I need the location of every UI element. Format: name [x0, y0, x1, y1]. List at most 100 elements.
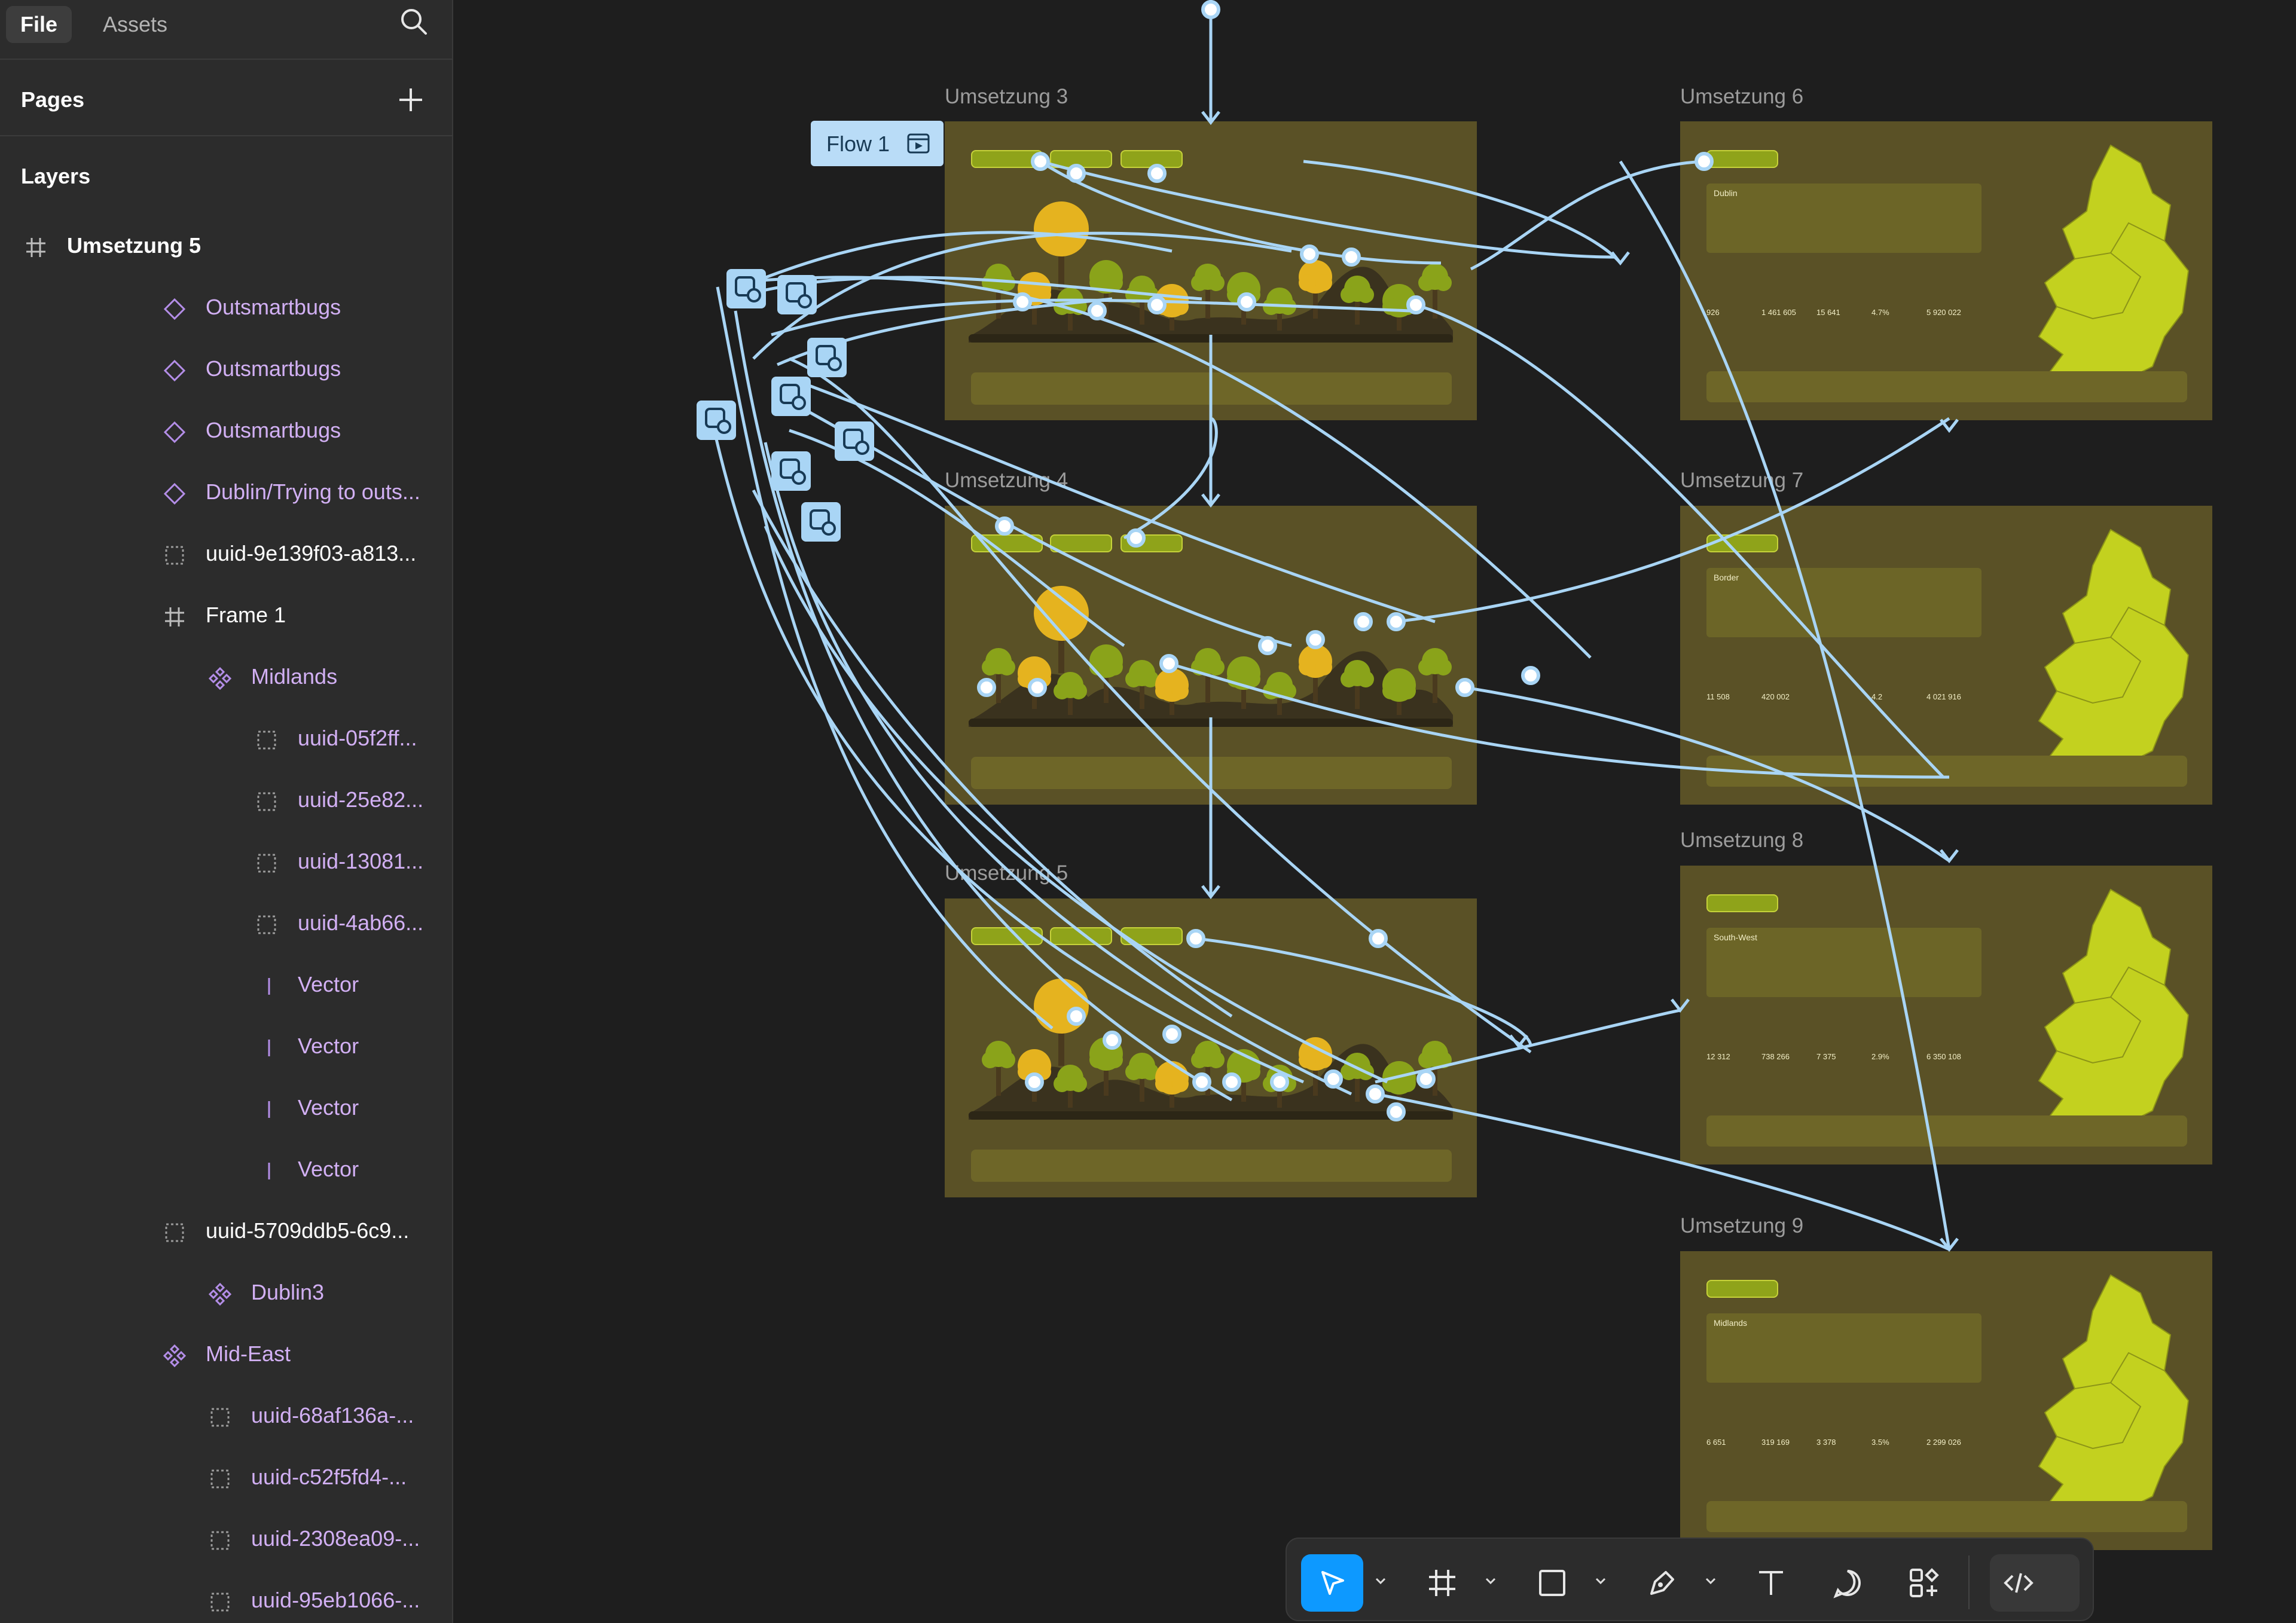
interaction-trigger-icon[interactable]	[771, 377, 811, 416]
connection-node[interactable]	[1354, 612, 1373, 631]
add-page-icon[interactable]	[397, 86, 425, 114]
connection-node[interactable]	[1025, 1072, 1044, 1092]
move-tool[interactable]	[1301, 1554, 1363, 1612]
play-flow-icon[interactable]	[906, 132, 930, 155]
layer-row[interactable]: Vector	[0, 1017, 453, 1078]
connection-line[interactable]	[1470, 160, 1705, 271]
layer-row[interactable]: Outsmartbugs	[0, 401, 453, 463]
connection-node[interactable]	[1067, 164, 1086, 183]
connection-node[interactable]	[1222, 1072, 1241, 1092]
layer-row[interactable]: Outsmartbugs	[0, 278, 453, 340]
connection-line[interactable]	[734, 310, 1233, 1102]
pen-tool[interactable]	[1631, 1554, 1693, 1612]
connection-node[interactable]	[1147, 164, 1167, 183]
connection-line[interactable]	[1168, 662, 1950, 779]
tab-file[interactable]: File	[6, 6, 72, 43]
connection-node[interactable]	[995, 516, 1014, 536]
connection-line[interactable]	[1123, 417, 1218, 540]
tab-assets[interactable]: Assets	[88, 6, 182, 43]
connection-node[interactable]	[1324, 1069, 1343, 1089]
connection-node[interactable]	[1416, 1069, 1436, 1089]
interaction-trigger-icon[interactable]	[777, 275, 817, 314]
flow-starting-point[interactable]: Flow 1	[811, 121, 944, 166]
layer-row[interactable]: uuid-95eb1066-...	[0, 1571, 453, 1623]
interaction-trigger-icon[interactable]	[726, 269, 766, 308]
connection-line[interactable]	[1195, 937, 1532, 1047]
connection-line[interactable]	[1375, 1092, 1950, 1251]
connection-line[interactable]	[1396, 417, 1950, 623]
layer-row[interactable]: Mid-East	[0, 1325, 453, 1386]
connection-line[interactable]	[752, 489, 1233, 1018]
layer-row[interactable]: uuid-4ab66...	[0, 894, 453, 955]
chevron-down-icon[interactable]	[1484, 1575, 1497, 1588]
connection-node[interactable]	[1103, 1031, 1122, 1050]
chevron-down-icon[interactable]	[1594, 1575, 1607, 1588]
connection-node[interactable]	[1186, 929, 1205, 948]
connection-line[interactable]	[764, 442, 1352, 1096]
interaction-trigger-icon[interactable]	[835, 421, 874, 461]
interaction-trigger-icon[interactable]	[771, 451, 811, 491]
connection-node[interactable]	[1694, 152, 1714, 171]
layer-row[interactable]: Outsmartbugs	[0, 340, 453, 401]
layer-row[interactable]: uuid-68af136a-...	[0, 1386, 453, 1448]
design-canvas[interactable]: Umsetzung 3 Umsetzung 4 Umsetzung 5 Umse…	[454, 0, 2296, 1623]
layer-row[interactable]: uuid-13081...	[0, 832, 453, 894]
chevron-down-icon[interactable]	[1704, 1575, 1717, 1588]
connection-node[interactable]	[1258, 636, 1277, 655]
interaction-trigger-icon[interactable]	[801, 502, 841, 542]
connection-node[interactable]	[1237, 292, 1256, 311]
layer-row[interactable]: Frame 1	[0, 586, 453, 647]
layer-row[interactable]: Dublin/Trying to outs...	[0, 463, 453, 524]
layer-row[interactable]: Vector	[0, 1140, 453, 1202]
connection-node[interactable]	[1406, 295, 1425, 314]
layer-current-frame[interactable]: Umsetzung 5	[0, 216, 453, 278]
interaction-trigger-icon[interactable]	[697, 401, 736, 440]
layer-row[interactable]: Dublin3	[0, 1263, 453, 1325]
connection-line[interactable]	[1415, 303, 1944, 778]
layer-row[interactable]: uuid-9e139f03-a813...	[0, 524, 453, 586]
connection-node[interactable]	[1270, 1072, 1289, 1092]
layer-row[interactable]: uuid-25e82...	[0, 771, 453, 832]
connection-node[interactable]	[1067, 1007, 1086, 1026]
connection-line[interactable]	[1619, 160, 1951, 1250]
connection-node[interactable]	[1342, 247, 1361, 267]
layer-row[interactable]: Vector	[0, 1078, 453, 1140]
connection-line[interactable]	[753, 276, 1592, 659]
assets-tool[interactable]	[1893, 1554, 1955, 1612]
connection-node[interactable]	[1201, 0, 1220, 19]
layer-row[interactable]: Midlands	[0, 647, 453, 709]
connection-node[interactable]	[1455, 678, 1474, 697]
connection-node[interactable]	[1306, 630, 1325, 649]
connection-node[interactable]	[1366, 1084, 1385, 1104]
connection-node[interactable]	[1162, 1025, 1181, 1044]
connection-node[interactable]	[1387, 612, 1406, 631]
layer-row[interactable]: Vector	[0, 955, 453, 1017]
dev-mode-toggle[interactable]	[1990, 1554, 2080, 1612]
connection-node[interactable]	[1521, 666, 1540, 685]
connection-node[interactable]	[1300, 244, 1319, 264]
connection-node[interactable]	[1013, 292, 1032, 311]
chevron-down-icon[interactable]	[1374, 1575, 1387, 1588]
connection-node[interactable]	[1088, 301, 1107, 320]
connection-node[interactable]	[977, 678, 996, 697]
layer-row[interactable]: uuid-5709ddb5-6c9...	[0, 1202, 453, 1263]
comment-tool[interactable]	[1816, 1554, 1879, 1612]
connection-node[interactable]	[1159, 654, 1178, 673]
frame-tool[interactable]	[1411, 1554, 1473, 1612]
text-tool[interactable]	[1740, 1554, 1802, 1612]
interaction-trigger-icon[interactable]	[807, 338, 847, 377]
connection-line[interactable]	[716, 286, 1054, 1029]
connection-line[interactable]	[1464, 686, 1950, 863]
connection-node[interactable]	[1369, 929, 1388, 948]
connection-node[interactable]	[1126, 528, 1146, 548]
connection-line[interactable]	[801, 381, 1436, 623]
layer-row[interactable]: uuid-c52f5fd4-...	[0, 1448, 453, 1509]
connection-node[interactable]	[1192, 1072, 1211, 1092]
connection-node[interactable]	[1387, 1102, 1406, 1121]
rectangle-tool[interactable]	[1521, 1554, 1583, 1612]
connection-node[interactable]	[1031, 152, 1050, 171]
connection-node[interactable]	[1028, 678, 1047, 697]
search-icon[interactable]	[396, 4, 432, 39]
connection-node[interactable]	[1147, 295, 1167, 314]
layer-row[interactable]: uuid-05f2ff...	[0, 709, 453, 771]
